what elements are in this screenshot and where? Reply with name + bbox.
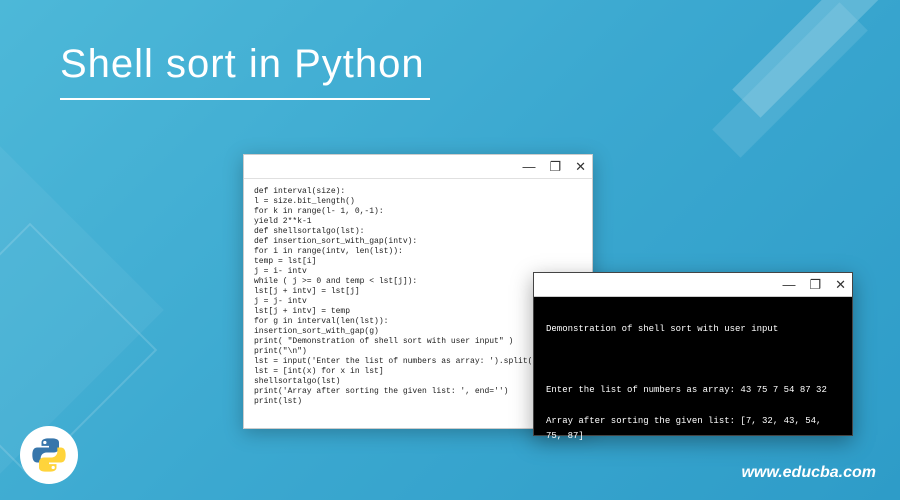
terminal-line: Array after sorting the given list: [7, … [546, 414, 840, 445]
close-icon[interactable]: ✕ [835, 278, 846, 291]
minimize-icon[interactable]: — [522, 160, 535, 173]
website-url: www.educba.com [741, 464, 876, 482]
terminal-content: Demonstration of shell sort with user in… [534, 297, 852, 485]
window-titlebar: — ❐ ✕ [534, 273, 852, 297]
terminal-line: Enter the list of numbers as array: 43 7… [546, 383, 840, 398]
terminal-window: — ❐ ✕ Demonstration of shell sort with u… [533, 272, 853, 436]
window-titlebar: — ❐ ✕ [244, 155, 592, 179]
maximize-icon[interactable]: ❐ [549, 160, 561, 173]
title-underline [60, 98, 430, 100]
python-logo [20, 426, 78, 484]
close-icon[interactable]: ✕ [575, 160, 586, 173]
maximize-icon[interactable]: ❐ [809, 278, 821, 291]
terminal-line: Demonstration of shell sort with user in… [546, 322, 840, 337]
bg-chevron-stripes [700, 0, 900, 200]
minimize-icon[interactable]: — [782, 278, 795, 291]
python-logo-icon [29, 435, 69, 475]
page-title: Shell sort in Python [60, 42, 425, 87]
